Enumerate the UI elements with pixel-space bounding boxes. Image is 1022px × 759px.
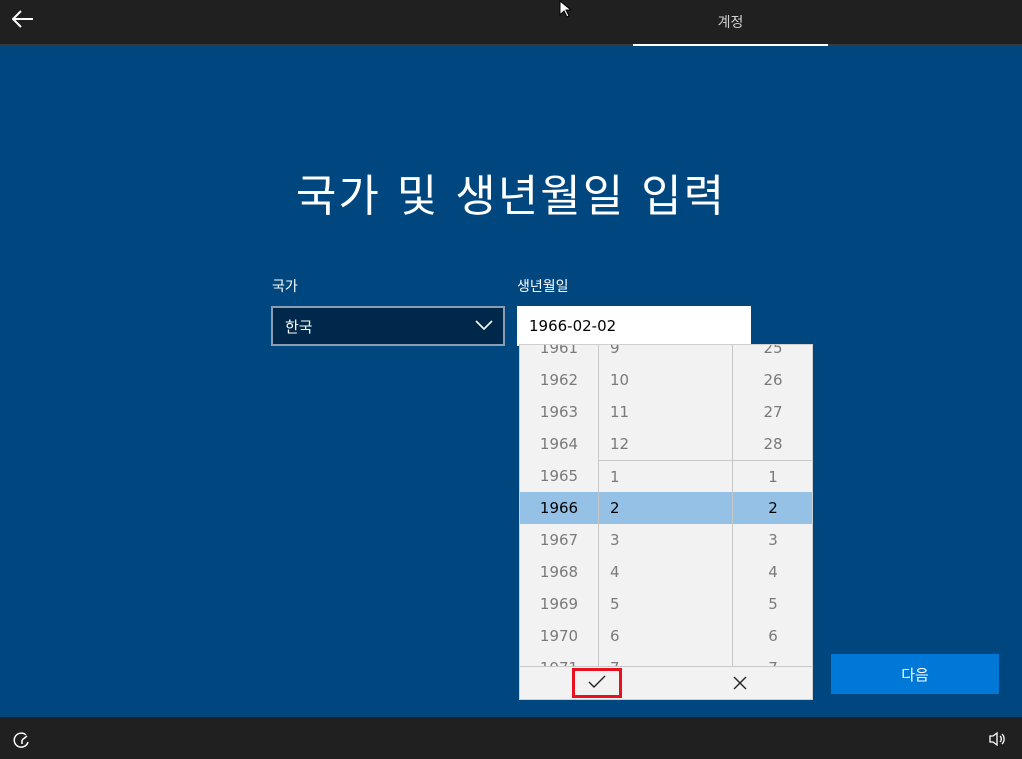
year-item[interactable]: 1970: [520, 620, 598, 652]
year-item[interactable]: 1969: [520, 588, 598, 620]
year-item[interactable]: 1961: [520, 345, 598, 364]
day-item[interactable]: 2: [733, 492, 812, 524]
year-item[interactable]: 1963: [520, 396, 598, 428]
picker-footer: [520, 666, 812, 699]
month-item[interactable]: 12: [599, 428, 732, 460]
month-item[interactable]: 4: [599, 556, 732, 588]
month-column[interactable]: 91011121234567: [599, 345, 733, 666]
month-item[interactable]: 2: [599, 492, 732, 524]
day-item[interactable]: 25: [733, 345, 812, 364]
year-item[interactable]: 1966: [520, 492, 598, 524]
year-item[interactable]: 1971: [520, 652, 598, 666]
day-item[interactable]: 28: [733, 428, 812, 460]
day-item[interactable]: 1: [733, 460, 812, 492]
day-item[interactable]: 3: [733, 524, 812, 556]
year-item[interactable]: 1967: [520, 524, 598, 556]
year-item[interactable]: 1964: [520, 428, 598, 460]
month-item[interactable]: 9: [599, 345, 732, 364]
back-arrow-icon: [11, 10, 34, 32]
day-item[interactable]: 27: [733, 396, 812, 428]
month-item[interactable]: 3: [599, 524, 732, 556]
country-select[interactable]: 한국: [271, 306, 505, 346]
birthdate-input[interactable]: 1966-02-02: [517, 306, 751, 346]
year-item[interactable]: 1962: [520, 364, 598, 396]
month-item[interactable]: 11: [599, 396, 732, 428]
day-item[interactable]: 4: [733, 556, 812, 588]
speaker-icon[interactable]: [988, 731, 1006, 751]
country-value: 한국: [285, 317, 313, 336]
close-icon: [733, 675, 747, 694]
date-picker: 1961 1962 1963 1964 1965 1966 1967 1968 1969 1970…: [519, 344, 813, 700]
month-item[interactable]: 1: [599, 460, 732, 492]
day-item[interactable]: 7: [733, 652, 812, 666]
month-item[interactable]: 6: [599, 620, 732, 652]
year-column[interactable]: 1961 1962 1963 1964 1965 1966 1967 1968 1969 1970…: [520, 345, 599, 666]
month-item[interactable]: 5: [599, 588, 732, 620]
day-item[interactable]: 26: [733, 364, 812, 396]
next-button[interactable]: 다음: [831, 654, 999, 694]
ease-of-access-icon[interactable]: [12, 731, 32, 753]
month-item[interactable]: 7: [599, 652, 732, 666]
year-item[interactable]: 1965: [520, 460, 598, 492]
top-bar: 계정: [0, 0, 1022, 46]
year-item[interactable]: 1968: [520, 556, 598, 588]
back-button[interactable]: [8, 6, 38, 36]
country-label: 국가: [272, 279, 298, 295]
month-item[interactable]: 10: [599, 364, 732, 396]
birthdate-label: 생년월일: [517, 279, 569, 295]
checkmark-icon: [588, 674, 606, 693]
page-title: 국가 및 생년월일 입력: [295, 171, 727, 222]
dismiss-button[interactable]: [715, 668, 765, 699]
accept-button[interactable]: [572, 668, 622, 698]
mouse-cursor-icon: [559, 0, 573, 22]
chevron-down-icon: [475, 318, 493, 336]
tab-account[interactable]: 계정: [633, 0, 828, 46]
day-item[interactable]: 6: [733, 620, 812, 652]
bottom-bar: [0, 717, 1022, 759]
day-column[interactable]: 252627281234567: [733, 345, 812, 666]
day-item[interactable]: 5: [733, 588, 812, 620]
